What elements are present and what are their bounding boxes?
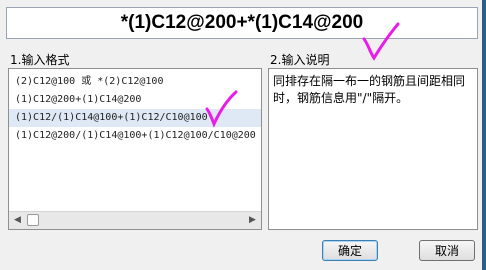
input-description-label: 2.输入说明 <box>270 53 330 67</box>
format-list[interactable]: (2)C12@100 或 *(2)C12@100 (1)C12@200+(1)C… <box>8 68 262 230</box>
description-text: 同排存在隔一布一的钢筋且间距相同时，钢筋信息用"/"隔开。 <box>273 74 466 105</box>
horizontal-scrollbar[interactable]: ◀ ▶ <box>9 211 261 229</box>
left-arrow-icon[interactable]: ◀ <box>9 212 26 228</box>
ok-button[interactable]: 确定 <box>322 240 378 261</box>
input-format-label: 1.输入格式 <box>10 53 70 67</box>
list-item[interactable]: (1)C12@200+(1)C14@200 <box>9 91 261 109</box>
description-box: 同排存在隔一布一的钢筋且间距相同时，钢筋信息用"/"隔开。 <box>268 68 478 230</box>
formula-input[interactable]: *(1)C12@200+*(1)C14@200 <box>6 7 478 39</box>
list-item[interactable]: (1)C12/(1)C14@100+(1)C12/C10@100 <box>9 109 261 127</box>
list-item[interactable]: (2)C12@100 或 *(2)C12@100 <box>9 73 261 91</box>
cancel-button[interactable]: 取消 <box>419 240 475 261</box>
list-item[interactable]: (1)C12@200/(1)C14@100+(1)C12@100/C10@200 <box>9 127 261 145</box>
window-edge <box>482 0 486 270</box>
scroll-thumb[interactable] <box>27 214 39 226</box>
right-arrow-icon[interactable]: ▶ <box>244 212 261 228</box>
